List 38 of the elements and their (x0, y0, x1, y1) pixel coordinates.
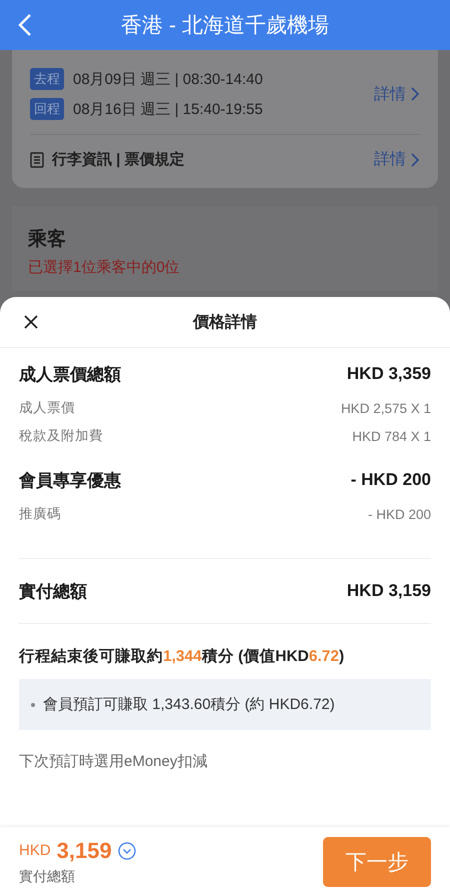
details-link[interactable]: 詳情 (374, 84, 420, 104)
price-label: 成人票價總額 (19, 364, 121, 386)
price-amount: HKD 784 X 1 (352, 428, 431, 444)
dropdown-icon (118, 842, 136, 860)
trip-tag: 去程 (30, 68, 64, 90)
baggage-fare-rules: 行李資訊 | 票價規定 (52, 150, 186, 169)
total-label: 實付總額 (19, 580, 87, 602)
price-amount: - HKD 200 (350, 470, 431, 490)
currency: HKD (19, 842, 51, 859)
passenger-status: 已選擇1位乘客中的0位 (28, 258, 181, 277)
sheet-title: 價格詳情 (193, 312, 257, 332)
points-note: 下次預訂時選用eMoney扣減 (19, 752, 208, 771)
chevron-icon (410, 86, 420, 102)
flight-time: 08月09日 週三 | 08:30-14:40 (73, 70, 263, 88)
points-detail: 會員預訂可賺取 1,343.60積分 (約 HKD6.72) (43, 695, 335, 714)
price-amount: HKD 3,359 (346, 364, 431, 384)
document-icon (30, 152, 44, 168)
price-amount: HKD 2,575 X 1 (340, 400, 431, 416)
trip-tag: 回程 (30, 98, 64, 120)
bullet-icon (31, 702, 35, 706)
price-label: 推廣碼 (19, 505, 61, 523)
total-price: 3,159 (56, 838, 112, 864)
close-button[interactable] (22, 313, 40, 331)
flight-time: 08月16日 週三 | 15:40-19:55 (73, 100, 263, 118)
back-icon (18, 13, 32, 37)
next-button[interactable]: 下一步 (323, 836, 431, 886)
total-amount: HKD 3,159 (346, 581, 431, 601)
total-label: 實付總額 (19, 868, 76, 886)
page-title: 香港 - 北海道千歲機場 (121, 13, 329, 39)
price-amount: - HKD 200 (368, 506, 431, 522)
points-summary: 行程結束後可賺取約1,344積分 (價值HKD6.72) (19, 646, 346, 667)
price-label: 會員專享優惠 (19, 470, 121, 492)
price-label: 稅款及附加費 (19, 427, 103, 445)
details-link[interactable]: 詳情 (374, 149, 420, 170)
chevron-icon (410, 152, 420, 168)
price-label: 成人票價 (19, 399, 75, 417)
section-title: 乘客 (28, 228, 67, 252)
close-icon (22, 313, 40, 331)
